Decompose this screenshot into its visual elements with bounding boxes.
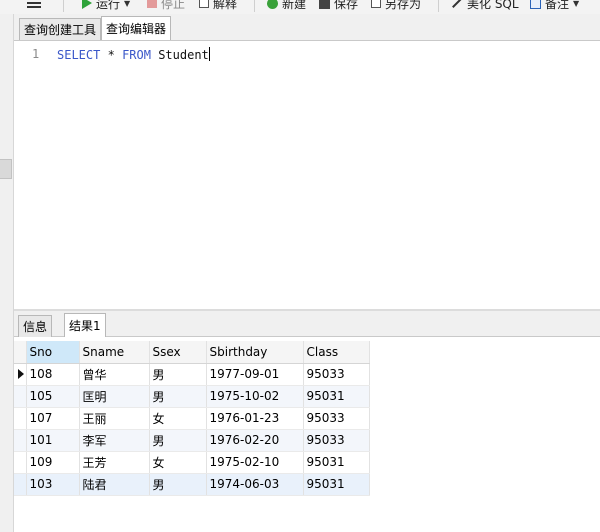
line-number: 1: [32, 47, 40, 61]
cell[interactable]: 95033: [303, 407, 370, 430]
result-table: Sno Sname Ssex Sbirthday Class 108 曾华 男 …: [14, 341, 370, 496]
column-header-ssex[interactable]: Ssex: [149, 341, 207, 364]
cell[interactable]: 95033: [303, 429, 370, 452]
cell[interactable]: 女: [149, 451, 207, 474]
table-row[interactable]: 103 陆君 男 1974-06-03 95031: [14, 473, 370, 496]
sql-table-name: Student: [158, 48, 209, 62]
table-row[interactable]: 105 匡明 男 1975-10-02 95031: [14, 385, 370, 408]
menu-icon[interactable]: [27, 0, 41, 8]
cell[interactable]: 男: [149, 363, 207, 386]
cell[interactable]: 1977-09-01: [206, 363, 304, 386]
row-indicator: [14, 451, 27, 474]
cell[interactable]: 95031: [303, 473, 370, 496]
cell[interactable]: 王芳: [79, 451, 150, 474]
cell[interactable]: 男: [149, 385, 207, 408]
table-row[interactable]: 101 李军 男 1976-02-20 95033: [14, 429, 370, 452]
text-cursor: [208, 47, 210, 61]
row-indicator: [14, 473, 27, 496]
beautify-sql-button[interactable]: 美化 SQL: [451, 0, 519, 12]
cell[interactable]: 107: [26, 407, 80, 430]
table-row[interactable]: 109 王芳 女 1975-02-10 95031: [14, 451, 370, 474]
cell[interactable]: 95031: [303, 451, 370, 474]
row-indicator: [14, 429, 27, 452]
tab-query-editor[interactable]: 查询编辑器: [101, 16, 172, 40]
row-indicator-header: [14, 341, 27, 364]
sql-star: *: [107, 48, 115, 62]
cell[interactable]: 103: [26, 473, 80, 496]
cell[interactable]: 曾华: [79, 363, 150, 386]
cell[interactable]: 男: [149, 429, 207, 452]
cell[interactable]: 1975-02-10: [206, 451, 304, 474]
run-button[interactable]: 运行 ▼: [82, 0, 130, 12]
sql-code-line[interactable]: SELECT * FROM Student: [57, 47, 210, 62]
result-tab-bar: 信息 结果1: [14, 311, 600, 337]
result-grid[interactable]: Sno Sname Ssex Sbirthday Class 108 曾华 男 …: [14, 337, 600, 532]
cell[interactable]: 1976-02-20: [206, 429, 304, 452]
explain-button[interactable]: 解释: [199, 0, 237, 12]
stop-icon: [147, 0, 157, 8]
chevron-down-icon[interactable]: ▼: [573, 0, 579, 8]
header-row: Sno Sname Ssex Sbirthday Class: [14, 341, 370, 364]
tab-query-builder[interactable]: 查询创建工具: [19, 18, 102, 40]
save-button[interactable]: 保存: [319, 0, 358, 12]
tab-result1[interactable]: 结果1: [64, 313, 106, 337]
column-header-sbirthday[interactable]: Sbirthday: [206, 341, 304, 364]
comment-button[interactable]: 备注 ▼: [530, 0, 579, 12]
row-indicator: [14, 363, 27, 386]
left-panel-edge: [0, 14, 14, 532]
new-icon: [267, 0, 278, 9]
new-button[interactable]: 新建: [267, 0, 306, 12]
tab-info[interactable]: 信息: [18, 315, 53, 337]
cell[interactable]: 1976-01-23: [206, 407, 304, 430]
column-header-sname[interactable]: Sname: [79, 341, 150, 364]
column-header-class[interactable]: Class: [303, 341, 370, 364]
editor-tab-bar: 查询创建工具 查询编辑器: [14, 14, 600, 41]
current-row-arrow-icon: [18, 369, 24, 379]
cell[interactable]: 1975-10-02: [206, 385, 304, 408]
note-icon: [530, 0, 541, 9]
cell[interactable]: 95033: [303, 363, 370, 386]
cell[interactable]: 105: [26, 385, 80, 408]
save-as-icon: [371, 0, 381, 8]
table-row[interactable]: 108 曾华 男 1977-09-01 95033: [14, 363, 370, 386]
table-row[interactable]: 107 王丽 女 1976-01-23 95033: [14, 407, 370, 430]
chevron-down-icon[interactable]: ▼: [124, 0, 130, 8]
cell[interactable]: 女: [149, 407, 207, 430]
cell[interactable]: 男: [149, 473, 207, 496]
sql-keyword-from: FROM: [122, 48, 151, 62]
cell[interactable]: 陆君: [79, 473, 150, 496]
panel-collapse-handle[interactable]: [0, 159, 12, 179]
cell[interactable]: 101: [26, 429, 80, 452]
save-icon: [319, 0, 330, 9]
wand-icon: [452, 0, 462, 8]
cell[interactable]: 95031: [303, 385, 370, 408]
toolbar: 运行 ▼ 停止 解释 新建 保存 另存为 美化 SQL 备注 ▼: [0, 0, 600, 14]
cell[interactable]: 王丽: [79, 407, 150, 430]
cell[interactable]: 108: [26, 363, 80, 386]
save-as-button[interactable]: 另存为: [371, 0, 421, 12]
sql-keyword-select: SELECT: [57, 48, 101, 62]
column-header-sno[interactable]: Sno: [26, 341, 80, 364]
cell[interactable]: 1974-06-03: [206, 473, 304, 496]
cell[interactable]: 匡明: [79, 385, 150, 408]
row-indicator: [14, 407, 27, 430]
cell[interactable]: 李军: [79, 429, 150, 452]
sql-editor[interactable]: 1 SELECT * FROM Student: [14, 41, 600, 309]
play-icon: [82, 0, 92, 9]
stop-button[interactable]: 停止: [147, 0, 185, 12]
cell[interactable]: 109: [26, 451, 80, 474]
row-indicator: [14, 385, 27, 408]
explain-icon: [199, 0, 209, 8]
